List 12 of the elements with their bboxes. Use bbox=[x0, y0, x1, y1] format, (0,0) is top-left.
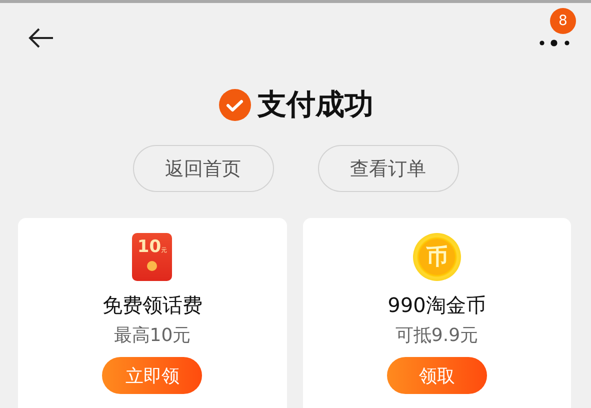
offer-subtitle: 可抵9.9元 bbox=[395, 324, 478, 347]
back-icon[interactable] bbox=[28, 28, 54, 48]
offer-title: 免费领话费 bbox=[102, 292, 202, 319]
action-button[interactable]: 查看订单 bbox=[318, 145, 458, 192]
coin-icon: 币 bbox=[412, 233, 461, 281]
offer-subtitle: 最高10元 bbox=[114, 324, 191, 347]
page-title: 支付成功 bbox=[258, 86, 374, 123]
check-icon bbox=[218, 88, 252, 122]
more-icon[interactable] bbox=[539, 38, 571, 48]
offer-title: 990淘金币 bbox=[388, 292, 486, 319]
notification-badge: 8 bbox=[550, 8, 576, 34]
action-button[interactable]: 返回首页 bbox=[132, 145, 274, 192]
